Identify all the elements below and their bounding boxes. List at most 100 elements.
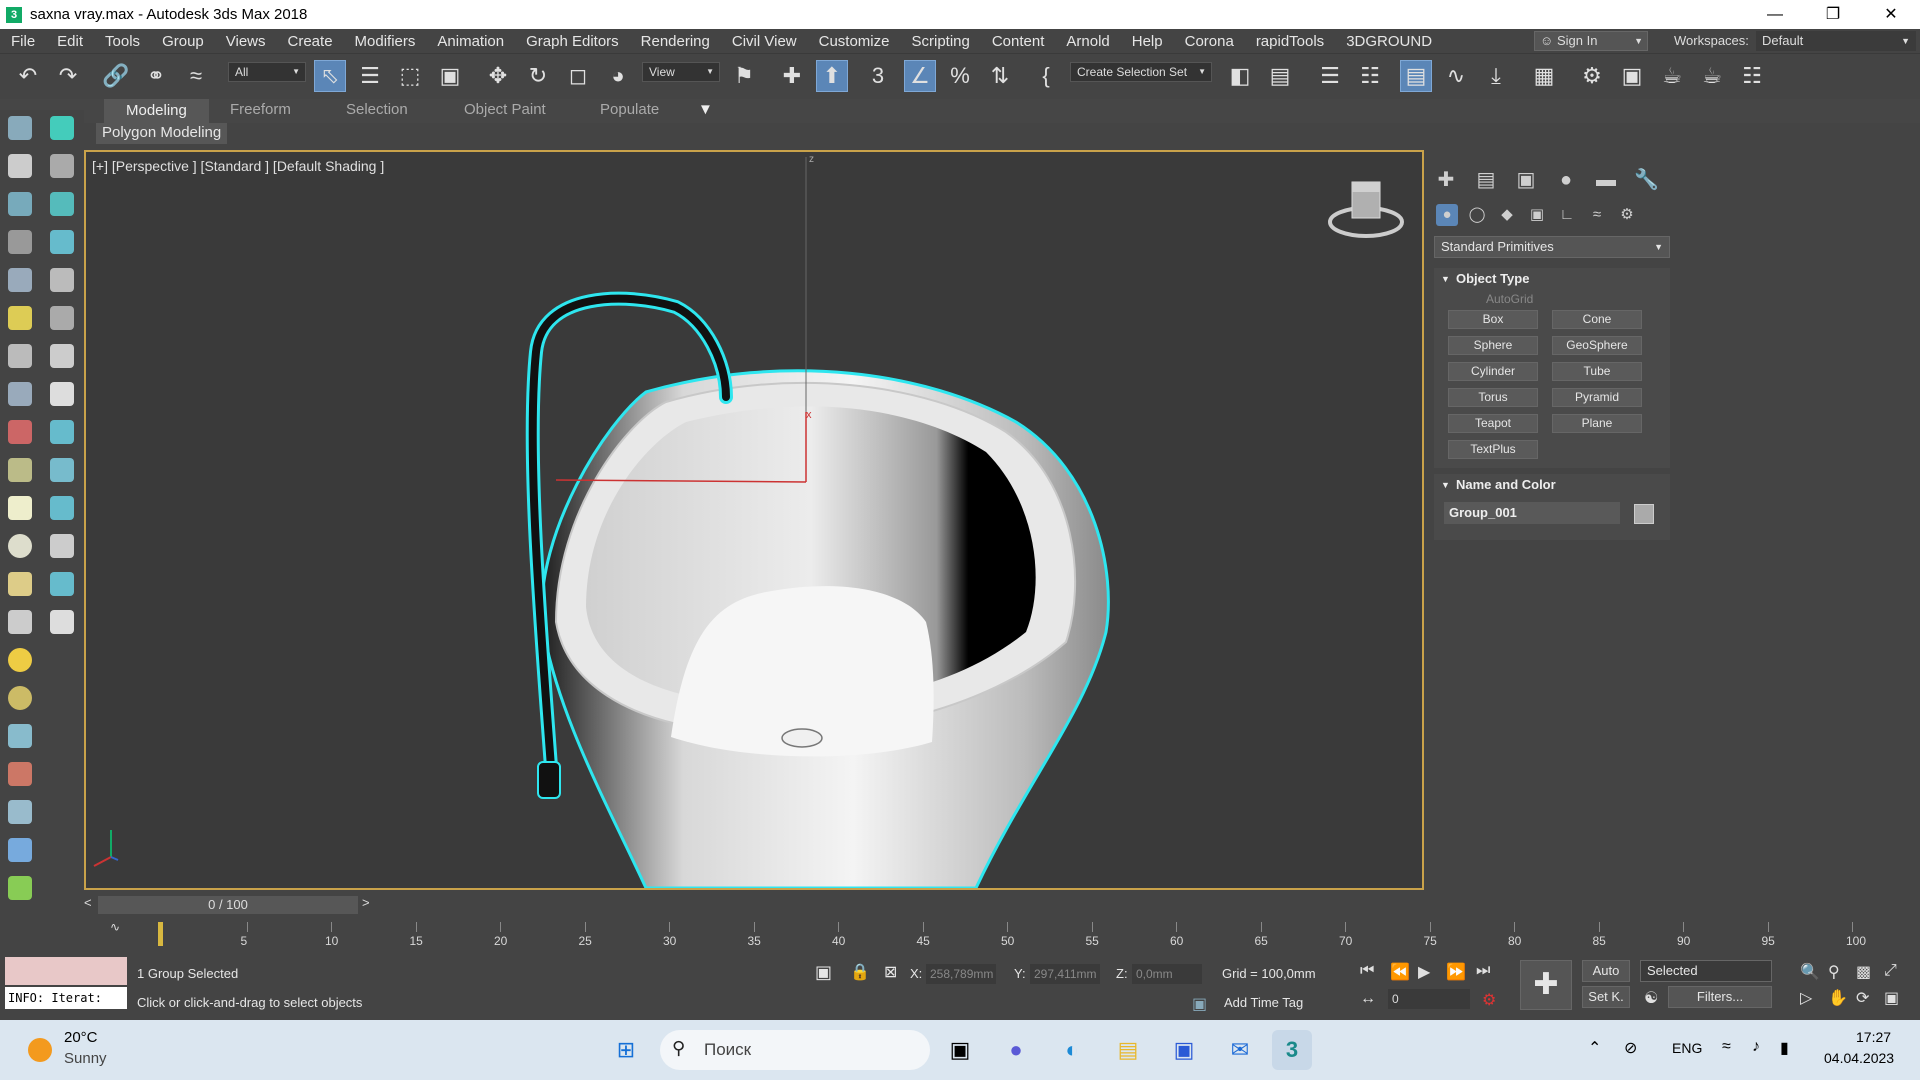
z-coord-field[interactable]: 0,0mm [1132,964,1202,984]
shapes-icon[interactable]: ◯ [1466,204,1488,226]
current-frame-field[interactable]: 0 [1388,989,1470,1009]
zoom-extents-icon[interactable]: ▩ [1856,962,1871,982]
faucet-base[interactable] [537,761,561,799]
toolbar-icon-29[interactable] [8,648,32,672]
taskbar-search[interactable]: Поиск [660,1030,930,1070]
rectangular-selection-icon[interactable]: ⬚ [394,60,426,92]
viewcube[interactable] [1328,181,1404,238]
toolbar-icon-17[interactable] [8,420,32,444]
toolbar-icon-9[interactable] [8,268,32,292]
rendered-frame-window-icon[interactable]: ▣ [1616,60,1648,92]
field-of-view-icon[interactable]: ▷ [1800,988,1812,1008]
menu-3dground[interactable]: 3DGROUND [1335,33,1443,50]
zoom-icon[interactable]: 🔍 [1800,962,1820,982]
menu-modifiers[interactable]: Modifiers [344,33,427,50]
material-editor-icon[interactable]: ▦ [1528,60,1560,92]
wifi-icon[interactable]: ≈ [1722,1038,1731,1056]
link-icon[interactable]: 🔗 [100,60,132,92]
tab-object-paint[interactable]: Object Paint [464,101,546,118]
cylinder-button[interactable]: Cylinder [1448,362,1538,381]
scene-explorer-icon[interactable]: ☰ [1314,60,1346,92]
absolute-mode-icon[interactable]: ⊠ [884,962,897,982]
toolbar-icon-12[interactable] [50,306,74,330]
align-icon[interactable]: ▤ [1264,60,1296,92]
menu-views[interactable]: Views [215,33,277,50]
toolbar-icon-25[interactable] [8,572,32,596]
track-bar[interactable]: ∿ 5 10 15 20 25 30 35 40 45 50 55 60 65 70 75 80 85 90 95 1… [84,918,1920,952]
toolbar-icon-24[interactable] [50,534,74,558]
menu-file[interactable]: File [0,33,46,50]
select-by-name-icon[interactable]: ☰ [354,60,386,92]
object-type-header[interactable]: Object Type [1434,268,1670,290]
time-next-button[interactable]: > [362,895,370,910]
play-icon[interactable]: ▶ [1418,962,1430,982]
filters-button[interactable]: Filters... [1668,986,1772,1008]
unlink-icon[interactable]: ⚭ [140,60,172,92]
toggle-ribbon-icon[interactable]: ▤ [1400,60,1432,92]
polygon-modeling-panel[interactable]: Polygon Modeling [96,123,228,144]
toolbar-icon-23[interactable] [8,534,32,558]
menu-graph-editors[interactable]: Graph Editors [515,33,630,50]
key-filter-dropdown[interactable]: Selected [1640,960,1772,982]
menu-help[interactable]: Help [1121,33,1174,50]
redo-icon[interactable]: ↷ [52,60,84,92]
zoom-all-icon[interactable]: ⚲ [1828,962,1840,982]
toolbar-icon-19[interactable] [8,458,32,482]
language-indicator[interactable]: ENG [1672,1040,1702,1056]
render-setup-icon[interactable]: ⚙ [1576,60,1608,92]
menu-tools[interactable]: Tools [94,33,151,50]
geometry-icon[interactable]: ● [1436,204,1458,226]
set-key-button[interactable]: Set K. [1582,986,1630,1008]
autogrid-checkbox[interactable]: AutoGrid [1486,292,1533,306]
snaps-toggle-icon[interactable]: 3 [862,60,894,92]
lock-icon[interactable]: 🔒 [850,962,870,982]
geosphere-button[interactable]: GeoSphere [1552,336,1642,355]
time-config-icon[interactable]: ⚙ [1482,990,1496,1010]
time-tag-icon[interactable]: ▣ [1192,994,1207,1014]
tab-modeling[interactable]: Modeling [104,99,209,123]
helpers-icon[interactable]: ∟ [1556,204,1578,226]
auto-key-button[interactable]: Auto [1582,960,1630,982]
curve-editor-icon[interactable]: ∿ [1440,60,1472,92]
schematic-view-icon[interactable]: ⤓ [1480,60,1512,92]
sphere-button[interactable]: Sphere [1448,336,1538,355]
maxscript-output[interactable]: INFO: Iterat: [5,987,127,1009]
plane-button[interactable]: Plane [1552,414,1642,433]
toolbar-icon-10[interactable] [50,268,74,292]
edge-icon[interactable]: ◐ [1052,1030,1092,1070]
toolbar-icon-4[interactable] [50,154,74,178]
percent-snap-icon[interactable]: % [944,60,976,92]
x-coord-field[interactable]: 258,789mm [926,964,996,984]
object-name-field[interactable]: Group_001 [1444,502,1620,524]
toolbar-icon-14[interactable] [50,344,74,368]
object-color-swatch[interactable] [1634,504,1654,524]
go-to-start-icon[interactable]: ⏮ [1360,962,1374,980]
motion-tab-icon[interactable]: ● [1554,168,1578,192]
display-tab-icon[interactable]: ▬ [1594,168,1618,192]
toolbar-icon-35[interactable] [8,876,32,900]
clock-time[interactable]: 17:27 [1856,1029,1891,1045]
battery-icon[interactable]: ▮ [1780,1038,1789,1058]
move-icon[interactable]: ✥ [482,60,514,92]
toolbar-icon-21[interactable] [8,496,32,520]
workspace-select[interactable]: Default [1756,31,1916,51]
toolbar-icon-20[interactable] [50,458,74,482]
orbit-icon[interactable]: ⟳ [1856,988,1869,1008]
file-explorer-icon[interactable]: ▤ [1108,1030,1148,1070]
rotate-icon[interactable]: ↻ [522,60,554,92]
space-warps-icon[interactable]: ≈ [1586,204,1608,226]
mail-icon[interactable]: ✉ [1220,1030,1260,1070]
next-frame-icon[interactable]: ⏩ [1446,962,1466,982]
scale-icon[interactable]: ◻ [562,60,594,92]
toolbar-icon-32[interactable] [8,762,32,786]
isolate-selection-icon[interactable]: ▣ [815,962,832,983]
undo-icon[interactable]: ↶ [12,60,44,92]
toolbar-icon-15[interactable] [8,382,32,406]
menu-animation[interactable]: Animation [426,33,515,50]
toolbar-icon-13[interactable] [8,344,32,368]
toolbar-icon-6[interactable] [50,192,74,216]
menu-edit[interactable]: Edit [46,33,94,50]
hierarchy-tab-icon[interactable]: ▣ [1514,168,1538,192]
perspective-viewport[interactable]: [+] [Perspective ] [Standard ] [Default … [84,150,1424,890]
tray-chevron-icon[interactable]: ⌃ [1588,1038,1601,1058]
